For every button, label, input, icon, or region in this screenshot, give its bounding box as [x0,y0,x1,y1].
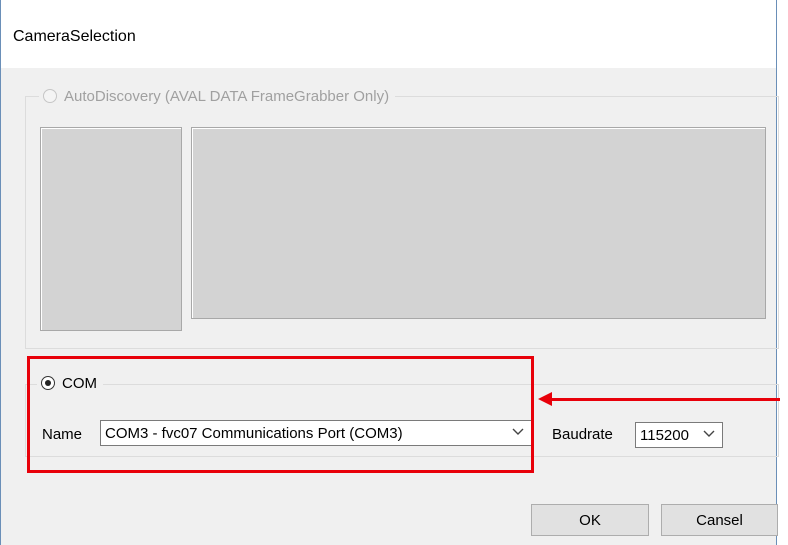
auto-discovery-radio[interactable] [43,89,57,103]
camera-list-panel [191,127,766,319]
port-name-value: COM3 - fvc07 Communications Port (COM3) [105,424,403,442]
annotation-arrow-line [548,398,780,401]
com-label: COM [62,374,97,392]
arrow-left-icon [538,392,552,406]
auto-discovery-label: AutoDiscovery (AVAL DATA FrameGrabber On… [64,87,390,105]
com-legend: COM [37,373,103,393]
baudrate-select[interactable]: 115200 [635,422,723,448]
camera-thumbnail-panel [40,127,182,331]
baudrate-value: 115200 [640,426,689,444]
ok-button[interactable]: OK [531,504,649,536]
chevron-down-icon [511,425,525,439]
auto-discovery-group [25,96,779,349]
camera-selection-dialog: CameraSelection AutoDiscovery (AVAL DATA… [0,0,779,545]
name-label: Name [42,426,83,443]
title-bar: CameraSelection [1,0,776,68]
window-title: CameraSelection [13,28,136,45]
com-radio[interactable] [41,376,55,390]
chevron-down-icon [702,427,716,441]
port-name-select[interactable]: COM3 - fvc07 Communications Port (COM3) [100,420,532,446]
baudrate-label: Baudrate [552,426,613,443]
auto-discovery-legend: AutoDiscovery (AVAL DATA FrameGrabber On… [39,86,396,106]
cancel-button[interactable]: Cansel [661,504,778,536]
